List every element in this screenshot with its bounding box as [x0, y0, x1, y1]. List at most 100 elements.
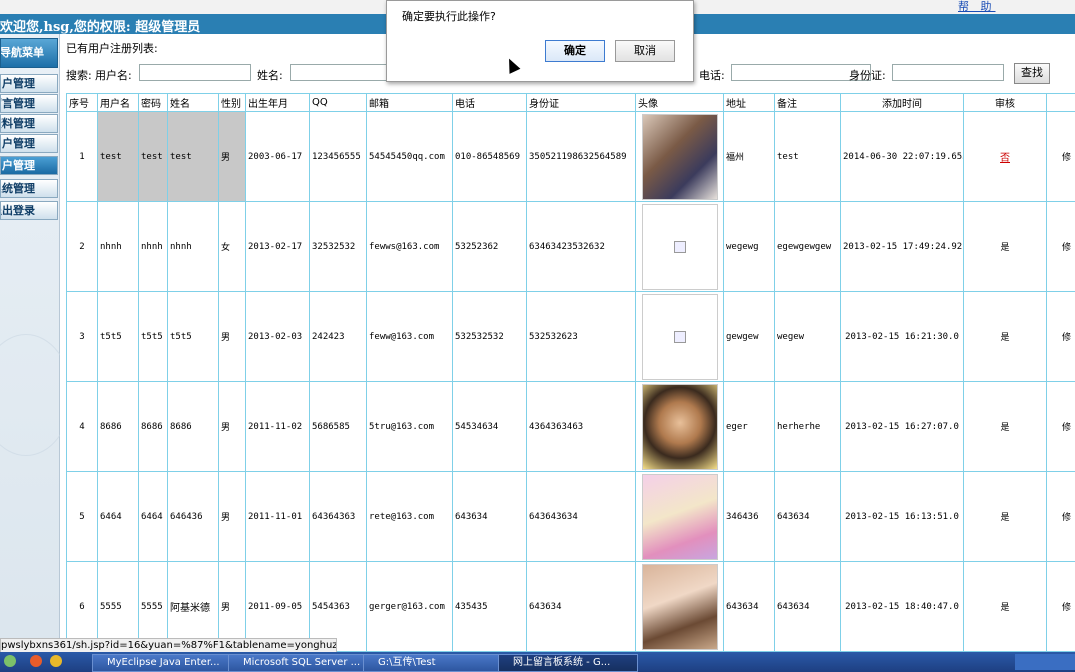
cell-email: 5tru@163.com — [366, 381, 453, 472]
chrome-icon[interactable] — [50, 655, 62, 667]
firefox-icon[interactable] — [30, 655, 42, 667]
cell-avatar — [635, 291, 724, 382]
edit-link[interactable]: 修 — [1046, 201, 1075, 292]
cell-no: 5 — [66, 471, 98, 562]
cell-password: test — [138, 111, 168, 202]
cell-name: test — [167, 111, 219, 202]
start-icon[interactable] — [4, 655, 16, 667]
cell-name: 8686 — [167, 381, 219, 472]
main-content: 已有用户注册列表: 搜索: 用户名: 姓名: 电话: 身份证: 查找 序号 用户… — [60, 34, 1075, 652]
taskbar-sqlserver[interactable]: Microsoft SQL Server ... — [228, 654, 368, 672]
cell-phone: 532532532 — [452, 291, 527, 382]
sidebar-item-1[interactable]: 用户管理 — [0, 74, 58, 93]
cell-birth: 2011-11-02 — [245, 381, 310, 472]
idcard-input[interactable] — [892, 64, 1004, 81]
edit-link[interactable]: 修 — [1046, 291, 1075, 382]
cell-email: feww@163.com — [366, 291, 453, 382]
cell-qq: 242423 — [309, 291, 367, 382]
cell-email: 54545450qq.com — [366, 111, 453, 202]
col-header — [1046, 93, 1075, 112]
col-header: 出生年月 — [245, 93, 310, 112]
cell-review: 是 — [963, 201, 1047, 292]
edit-link[interactable]: 修 — [1046, 111, 1075, 202]
cell-note: wegew — [774, 291, 841, 382]
sidebar-item-4[interactable]: 用户管理 — [0, 134, 58, 153]
sidebar-item-3[interactable]: 资料管理 — [0, 114, 58, 133]
broken-image-icon — [641, 203, 718, 290]
taskbar-browser[interactable]: 网上留言板系统 - G... — [498, 654, 638, 672]
search-prefix: 搜索: — [66, 69, 92, 82]
cell-username: t5t5 — [97, 291, 139, 382]
windows-taskbar: MyEclipse Java Enter... Microsoft SQL Se… — [0, 652, 1075, 672]
cell-address: gewgew — [723, 291, 775, 382]
cell-username: 6464 — [97, 471, 139, 562]
cell-address: wegewg — [723, 201, 775, 292]
cell-note: egewgewgew — [774, 201, 841, 292]
cell-qq: 32532532 — [309, 201, 367, 292]
cell-added: 2013-02-15 18:40:47.0 — [840, 561, 964, 652]
col-header: 姓名 — [167, 93, 219, 112]
cell-idcard: 532532623 — [526, 291, 636, 382]
taskbar-myeclipse[interactable]: MyEclipse Java Enter... — [92, 654, 232, 672]
cell-qq: 123456555 — [309, 111, 367, 202]
edit-link[interactable]: 修 — [1046, 471, 1075, 562]
edit-link[interactable]: 修 — [1046, 561, 1075, 652]
avatar-image — [641, 473, 718, 560]
cell-email: gerger@163.com — [366, 561, 453, 652]
col-header: 身份证 — [526, 93, 636, 112]
search-button[interactable]: 查找 — [1014, 63, 1050, 84]
sidebar-item-logout[interactable]: 退出登录 — [0, 201, 58, 220]
confirm-cancel-button[interactable]: 取消 — [615, 40, 675, 62]
sidebar-item-5-active[interactable]: 用户管理 — [0, 156, 58, 175]
taskbar-folder[interactable]: G:\互传\Test — [363, 654, 503, 672]
cell-gender: 男 — [218, 471, 246, 562]
col-header: 审核 — [963, 93, 1047, 112]
cell-name: t5t5 — [167, 291, 219, 382]
cell-gender: 女 — [218, 201, 246, 292]
col-header: 电话 — [452, 93, 527, 112]
cell-address: 643634 — [723, 561, 775, 652]
dialog-message: 确定要执行此操作? — [402, 10, 496, 23]
cell-avatar — [635, 111, 724, 202]
review-link[interactable]: 否 — [1000, 153, 1010, 164]
cell-no: 3 — [66, 291, 98, 382]
cell-note: 643634 — [774, 471, 841, 562]
confirm-ok-button[interactable]: 确定 — [545, 40, 605, 62]
sidebar-item-6[interactable]: 系统管理 — [0, 179, 58, 198]
phone-label: 电话: — [699, 69, 725, 82]
username-input[interactable] — [139, 64, 251, 81]
cell-idcard: 63463423532632 — [526, 201, 636, 292]
cell-gender: 男 — [218, 291, 246, 382]
sidebar-item-2[interactable]: 留言管理 — [0, 94, 58, 113]
cell-birth: 2011-11-01 — [245, 471, 310, 562]
cell-birth: 2013-02-03 — [245, 291, 310, 382]
cell-avatar — [635, 381, 724, 472]
name-input[interactable] — [290, 64, 392, 81]
cell-idcard: 350521198632564589 — [526, 111, 636, 202]
cell-birth: 2003-06-17 — [245, 111, 310, 202]
cell-address: 福州 — [723, 111, 775, 202]
cell-added: 2013-02-15 16:21:30.0 — [840, 291, 964, 382]
cell-password: 6464 — [138, 471, 168, 562]
cell-added: 2013-02-15 17:49:24.92 — [840, 201, 964, 292]
help-link[interactable]: 帮 助 — [958, 0, 996, 14]
cell-address: eger — [723, 381, 775, 472]
col-header: 序号 — [66, 93, 98, 112]
avatar-image — [641, 113, 718, 200]
col-header: QQ — [309, 93, 367, 112]
cell-added: 2013-02-15 16:27:07.0 — [840, 381, 964, 472]
avatar-image — [641, 383, 718, 470]
cell-no: 2 — [66, 201, 98, 292]
edit-link[interactable]: 修 — [1046, 381, 1075, 472]
cell-qq: 64364363 — [309, 471, 367, 562]
sidebar-header: 导航菜单 — [0, 38, 58, 68]
name-label: 姓名: — [257, 69, 283, 82]
table-row: 1 test test test 男 2003-06-17 123456555 … — [66, 111, 1075, 202]
cell-gender: 男 — [218, 111, 246, 202]
col-header: 性别 — [218, 93, 246, 112]
col-header: 备注 — [774, 93, 841, 112]
cell-idcard: 643634 — [526, 561, 636, 652]
table-row: 2 nhnh nhnh nhnh 女 2013-02-17 32532532 f… — [66, 201, 1075, 292]
cell-no: 1 — [66, 111, 98, 202]
cell-avatar — [635, 561, 724, 652]
